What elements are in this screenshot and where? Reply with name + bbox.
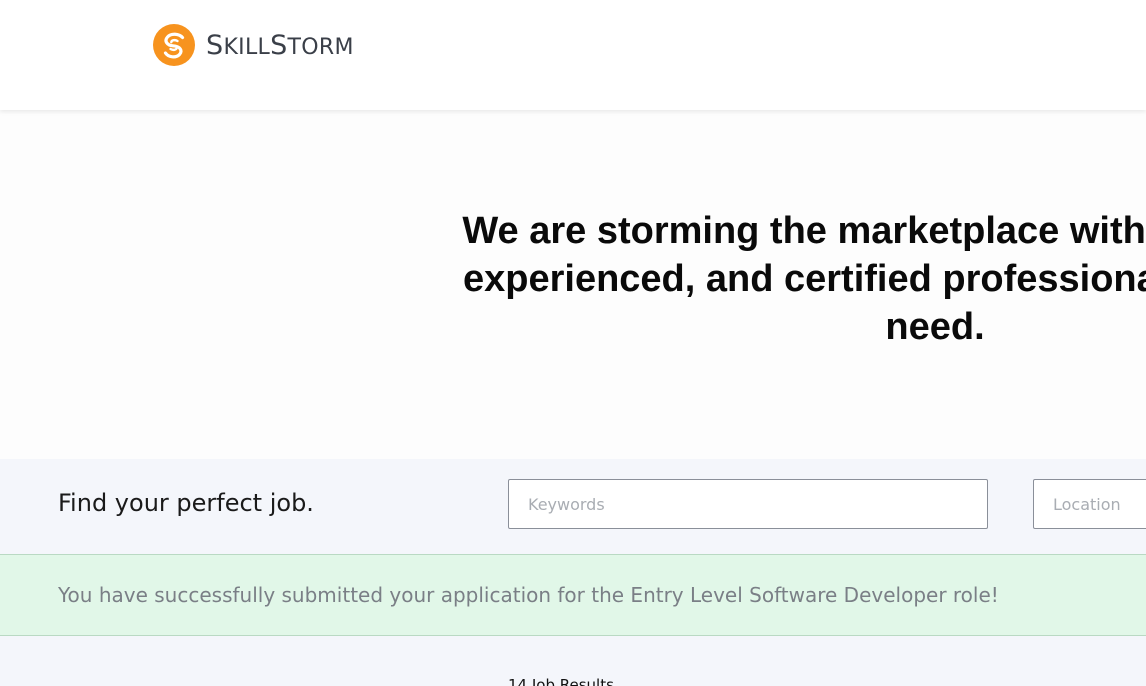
job-results-section: 14 Job Results [0,636,1146,686]
site-header: SKILLSTORM [0,0,1146,110]
success-alert-message: You have successfully submitted your app… [58,583,999,607]
hero-section: We are storming the marketplace with hig… [0,110,1146,459]
job-results-count: 14 Job Results [508,676,614,686]
job-search-bar: Find your perfect job. [0,459,1146,554]
job-search-title: Find your perfect job. [58,489,314,517]
skillstorm-wordmark: SKILLSTORM [206,29,354,61]
success-alert: You have successfully submitted your app… [0,554,1146,636]
keywords-input[interactable] [508,479,988,529]
skillstorm-swirl-icon [153,24,195,66]
hero-headline: We are storming the marketplace with hig… [462,210,1146,348]
skillstorm-logo[interactable]: SKILLSTORM [152,23,354,67]
location-input[interactable] [1033,479,1146,529]
